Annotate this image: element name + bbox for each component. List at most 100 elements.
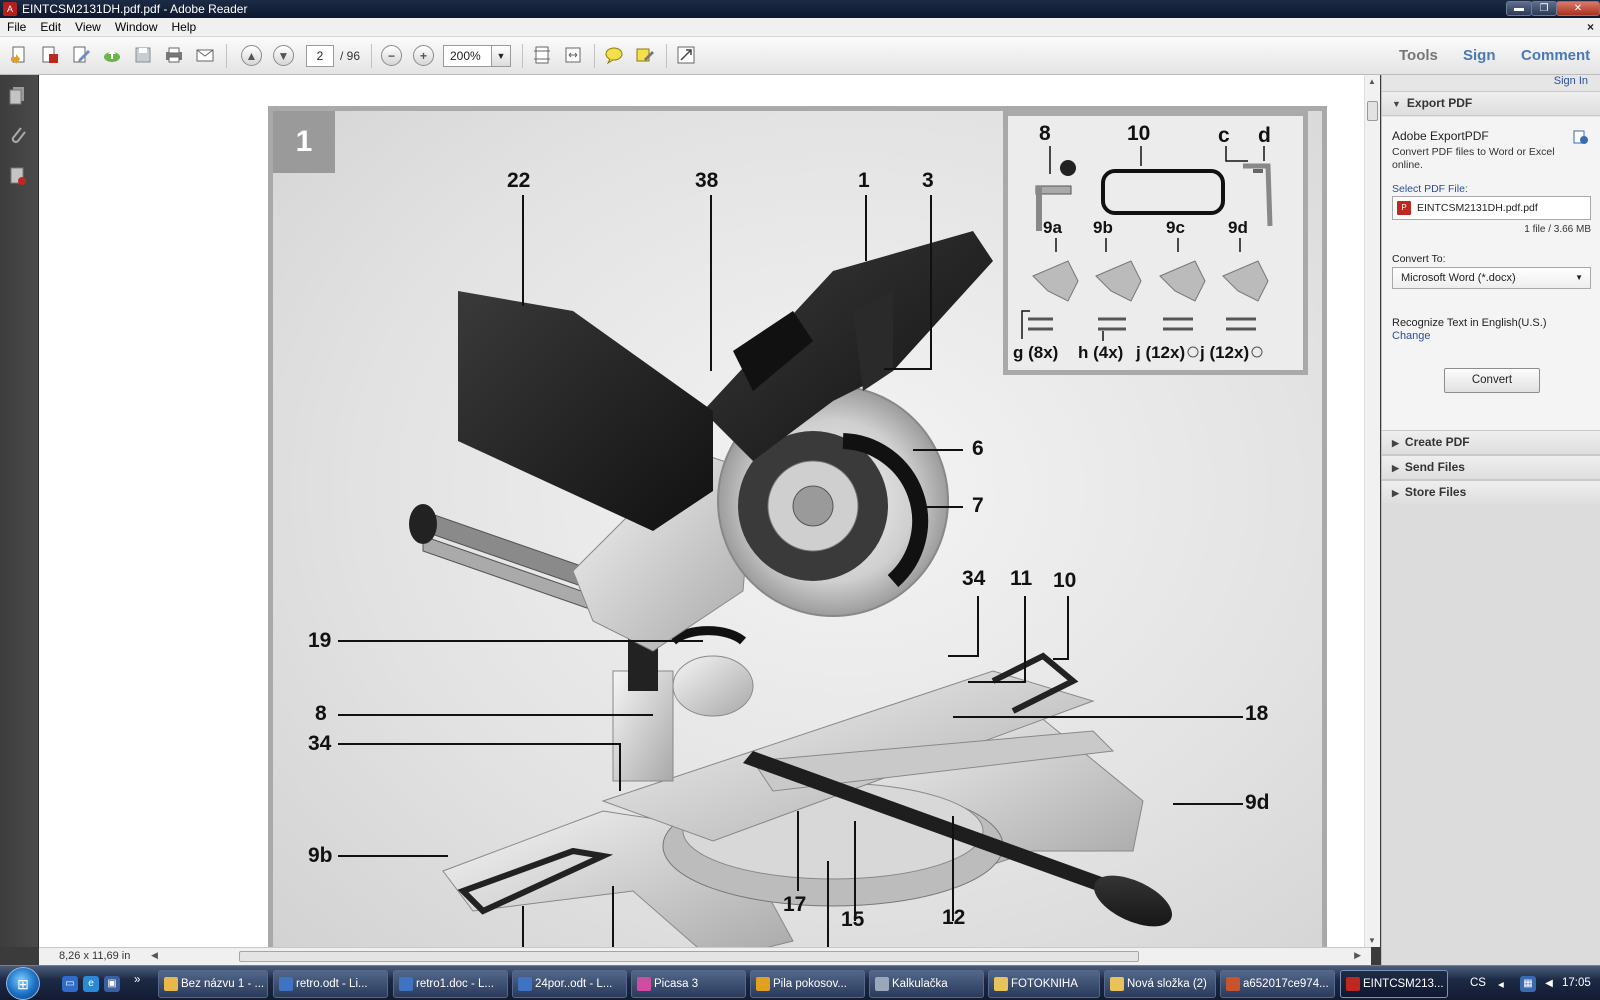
callout-7: 7 [972, 494, 984, 517]
previous-page-icon[interactable]: ▲ [241, 45, 262, 66]
combine-files-icon[interactable] [40, 45, 62, 67]
scroll-thumb[interactable] [1367, 101, 1378, 121]
callout-22: 22 [507, 169, 531, 192]
selected-file-field[interactable]: P EINTCSM2131DH.pdf.pdf [1392, 196, 1591, 220]
taskbar-button[interactable]: a652017ce974... [1220, 970, 1335, 998]
menu-view[interactable]: View [68, 20, 108, 34]
store-files-header[interactable]: ▶ Store Files [1382, 480, 1600, 505]
clock[interactable]: 17:05 [1562, 977, 1591, 989]
menu-help[interactable]: Help [165, 20, 204, 34]
language-indicator[interactable]: CS [1470, 977, 1486, 989]
horizontal-scrollbar[interactable] [239, 951, 1139, 962]
accessories-inset: 8 10 c d 9a 9b 9c 9d g (8x) h (4x) j (12… [1003, 111, 1308, 375]
signatures-icon[interactable] [8, 165, 30, 187]
edit-pdf-icon[interactable] [71, 45, 93, 67]
callout-12: 12 [942, 906, 966, 929]
taskbar-button[interactable]: FOTOKNIHA [988, 970, 1100, 998]
volume-icon[interactable]: ◀ [1541, 976, 1557, 992]
file-meta: 1 file / 3.66 MB [1524, 224, 1591, 235]
export-pdf-body: Adobe ExportPDF Convert PDF files to Wor… [1382, 117, 1600, 430]
page-total: / 96 [340, 49, 361, 63]
scroll-left-icon[interactable]: ◀ [151, 950, 158, 961]
service-description: Convert PDF files to Word or Excel onlin… [1392, 146, 1555, 171]
show-desktop-icon[interactable]: ▭ [62, 976, 78, 992]
inset-callout-10: 10 [1127, 122, 1151, 145]
menu-edit[interactable]: Edit [33, 20, 68, 34]
app-icon [518, 977, 532, 991]
internet-explorer-icon[interactable]: e [83, 976, 99, 992]
comment-pane-button[interactable]: Comment [1521, 47, 1590, 64]
bevel-scale [669, 626, 747, 645]
callout-38: 38 [695, 169, 719, 192]
inset-callout-c: c [1218, 124, 1230, 147]
page-thumbnails-icon[interactable] [8, 85, 30, 107]
save-icon[interactable] [133, 45, 155, 67]
callout-3: 3 [922, 169, 934, 192]
export-service-icon[interactable] [1573, 129, 1589, 145]
create-pdf-icon[interactable] [9, 45, 31, 67]
maximize-button[interactable]: ❐ [1531, 1, 1557, 16]
taskbar-button[interactable]: retro1.doc - L... [393, 970, 508, 998]
email-icon[interactable] [195, 45, 217, 67]
scroll-right-icon[interactable]: ▶ [1354, 950, 1361, 961]
tools-pane-button[interactable]: Tools [1399, 47, 1438, 64]
service-title: Adobe ExportPDF [1392, 129, 1489, 143]
taskbar-button[interactable]: 24por..odt - L... [512, 970, 627, 998]
tray-arrow-icon[interactable]: ◂ [1498, 977, 1504, 991]
close-button[interactable]: ✕ [1556, 1, 1600, 16]
network-icon[interactable]: ▦ [1520, 976, 1536, 992]
callout-15: 15 [841, 908, 865, 931]
attachments-icon[interactable] [8, 125, 30, 147]
menu-file[interactable]: File [0, 20, 33, 34]
menu-window[interactable]: Window [108, 20, 165, 34]
change-language-link[interactable]: Change [1392, 330, 1431, 342]
fit-page-icon[interactable] [532, 45, 554, 67]
inset-callout-g: g (8x) [1013, 343, 1059, 362]
taskbar-button[interactable]: Kalkulačka [869, 970, 984, 998]
toolbar-divider [522, 44, 523, 68]
sticky-note-icon[interactable] [604, 45, 626, 67]
zoom-level-input[interactable]: 200% [443, 45, 491, 67]
zoom-in-icon[interactable]: + [413, 45, 434, 66]
callout-8: 8 [315, 702, 327, 725]
sign-pane-button[interactable]: Sign [1463, 47, 1496, 64]
callout-34-left: 34 [308, 732, 332, 755]
page-number-input[interactable]: 2 [306, 45, 334, 67]
taskbar-button-active[interactable]: EINTCSM213... [1340, 970, 1448, 998]
export-pdf-header[interactable]: ▼ Export PDF [1382, 91, 1600, 116]
print-icon[interactable] [164, 45, 186, 67]
highlight-text-icon[interactable] [635, 45, 657, 67]
full-screen-icon[interactable] [676, 45, 698, 67]
inset-callout-9a: 9a [1043, 218, 1062, 237]
vertical-scrollbar[interactable]: ▲ ▼ [1364, 75, 1380, 947]
accessories-illustration [1021, 146, 1273, 358]
convert-to-select[interactable]: Microsoft Word (*.docx) ▼ [1392, 267, 1591, 289]
quick-launch-chevron-icon[interactable]: » [134, 974, 140, 986]
create-pdf-header[interactable]: ▶ Create PDF [1382, 430, 1600, 455]
taskbar-button[interactable]: Nová složka (2) [1104, 970, 1216, 998]
fit-width-icon[interactable] [563, 45, 585, 67]
toolbar-divider [226, 44, 227, 68]
minimize-button[interactable]: ▬ [1506, 1, 1532, 16]
taskbar-button[interactable]: Pila pokosov... [750, 970, 865, 998]
convert-button[interactable]: Convert [1444, 368, 1540, 393]
taskbar-button[interactable]: retro.odt - Li... [273, 970, 388, 998]
cloud-upload-icon[interactable] [102, 45, 124, 67]
document-close-icon[interactable]: × [1587, 20, 1594, 34]
taskbar-button[interactable]: Bez názvu 1 - ... [158, 970, 268, 998]
taskbar-button[interactable]: Picasa 3 [631, 970, 746, 998]
next-page-icon[interactable]: ▼ [273, 45, 294, 66]
send-files-header[interactable]: ▶ Send Files [1382, 455, 1600, 480]
inset-callout-9d: 9d [1228, 218, 1248, 237]
collapsed-triangle-icon: ▶ [1392, 488, 1399, 498]
document-view[interactable]: 1 22 38 1 3 6 7 34 11 10 19 8 18 34 9d 9… [39, 75, 1371, 947]
zoom-out-icon[interactable]: − [381, 45, 402, 66]
sign-in-link[interactable]: Sign In [1554, 75, 1588, 87]
start-button[interactable]: ⊞ [6, 967, 40, 1000]
scroll-down-icon[interactable]: ▼ [1368, 936, 1376, 945]
scroll-up-icon[interactable]: ▲ [1368, 77, 1376, 86]
window-title: EINTCSM2131DH.pdf.pdf - Adobe Reader [22, 2, 248, 16]
inset-callout-d: d [1258, 124, 1271, 147]
zoom-dropdown-icon[interactable]: ▼ [491, 45, 511, 67]
switch-windows-icon[interactable]: ▣ [104, 976, 120, 992]
